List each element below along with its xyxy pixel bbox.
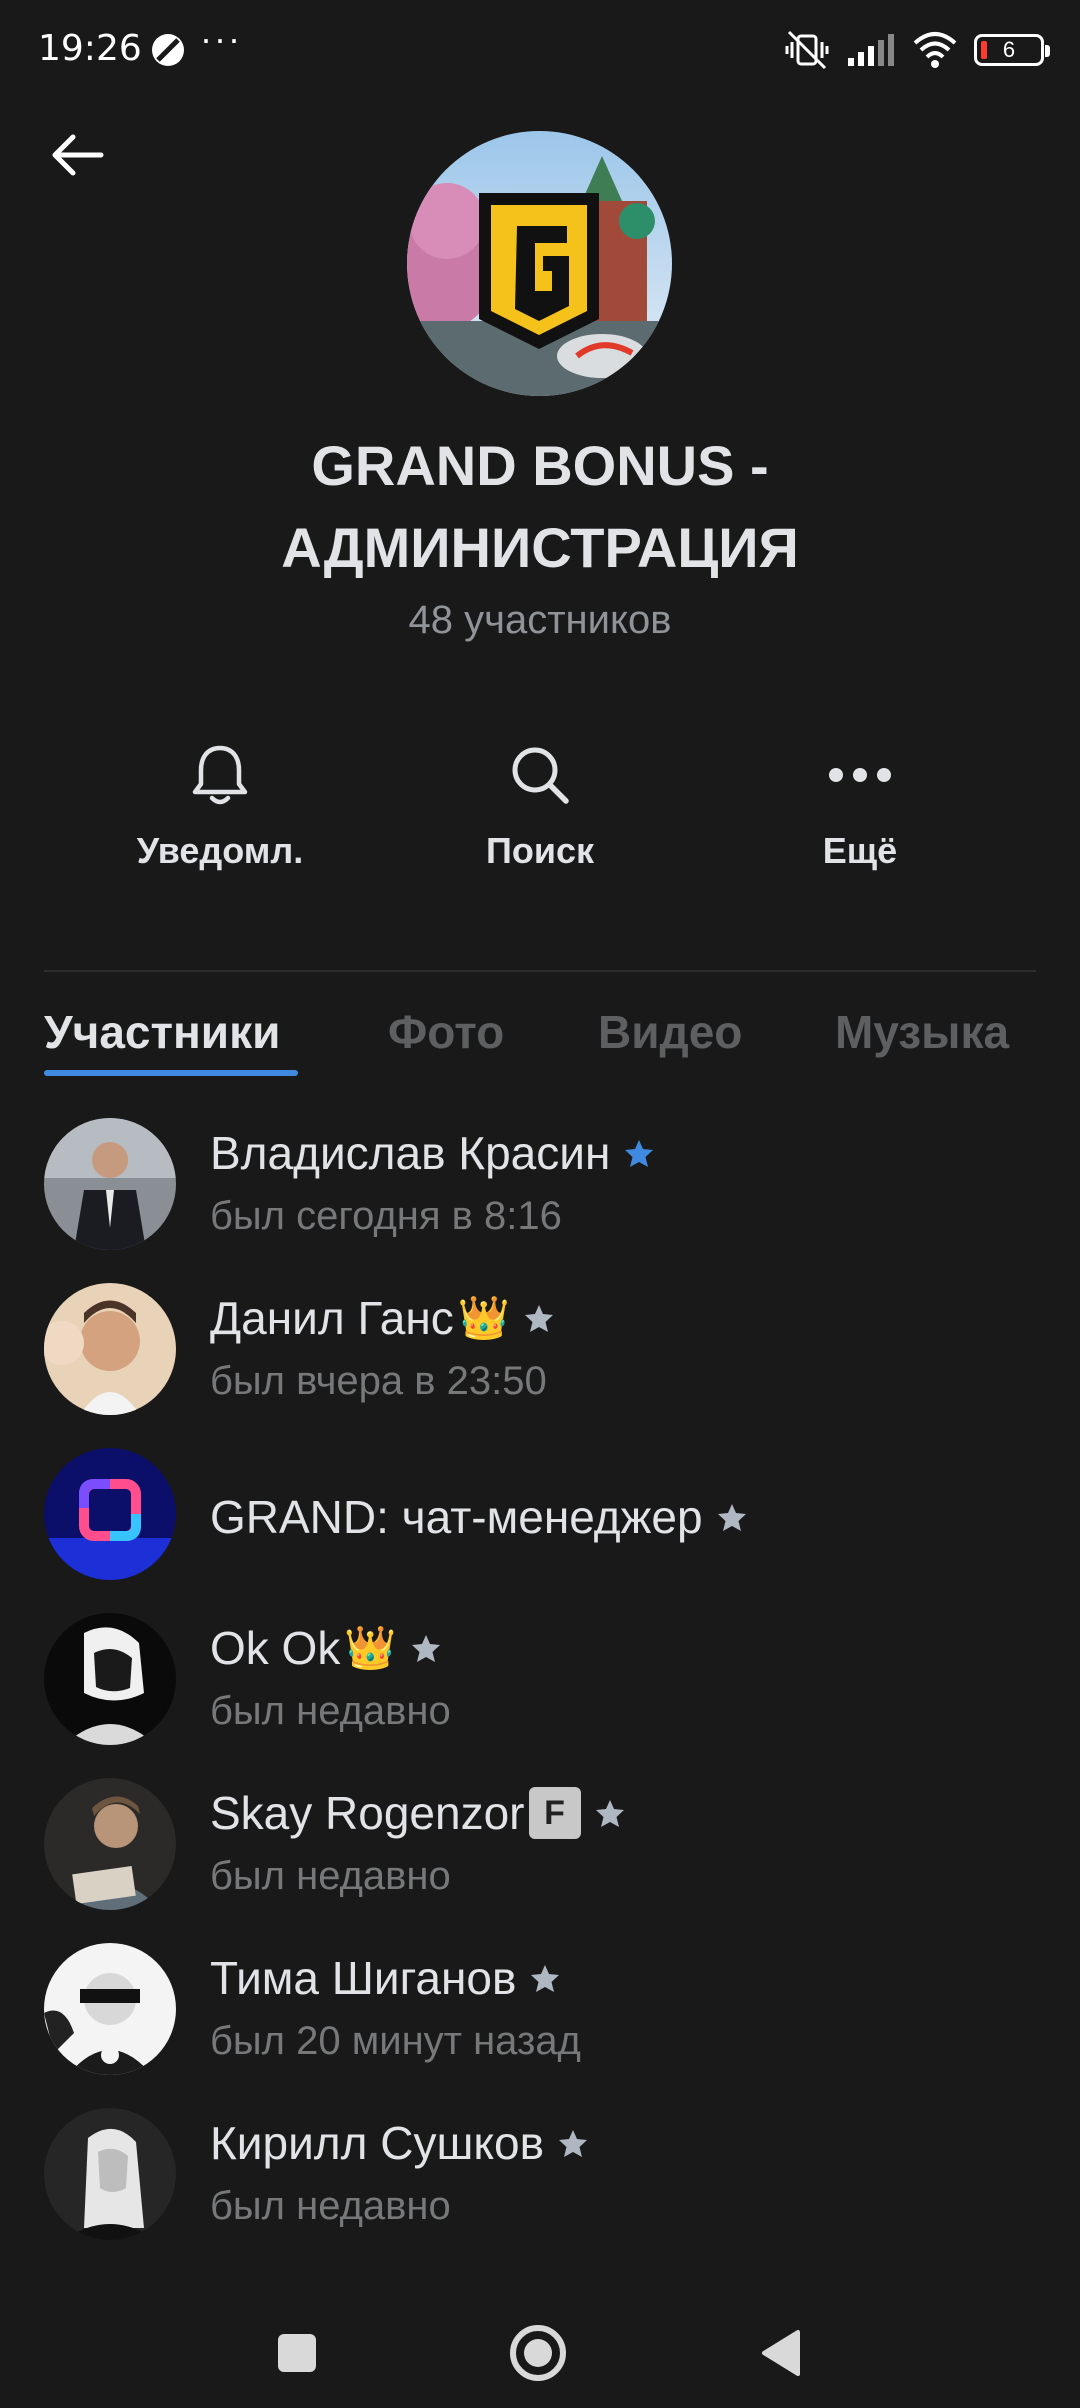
avatar [44, 1778, 176, 1910]
back-button[interactable] [40, 118, 114, 192]
notifications-label: Уведомл. [136, 830, 304, 871]
search-button[interactable]: Поиск [400, 740, 680, 890]
avatar [44, 2108, 176, 2240]
star-icon [411, 1635, 440, 1662]
avatar [44, 1118, 176, 1250]
star-icon [525, 1305, 554, 1332]
member-status: был недавно [210, 2184, 451, 2228]
member-name: GRAND: чат-менеджер [210, 1490, 747, 1544]
home-circle-icon [510, 2325, 566, 2381]
recents-button[interactable] [262, 2318, 332, 2388]
tab-photo[interactable]: Фото [388, 1005, 504, 1059]
status-dots: ··· [200, 18, 242, 59]
more-button[interactable]: Ещё [720, 740, 1000, 890]
star-icon [717, 1504, 746, 1531]
member-name-text: Ok Ok [210, 1622, 341, 1674]
battery-icon: 6 [974, 34, 1050, 66]
member-name: Ok Ok 👑 [210, 1621, 441, 1675]
active-tab-indicator [44, 1070, 298, 1076]
action-bar: Уведомл. Поиск Ещё [0, 740, 1080, 890]
member-status: был недавно [210, 1854, 451, 1898]
more-label: Ещё [822, 830, 898, 871]
bell-icon [185, 740, 255, 810]
avatar [44, 1448, 176, 1580]
group-avatar[interactable] [407, 131, 672, 396]
member-name-text: Кирилл Сушков [210, 2117, 545, 2169]
triangle-back-icon [762, 2330, 800, 2376]
list-item[interactable]: Кирилл Сушков был недавно [0, 2108, 1080, 2273]
member-name-text: Тима Шиганов [210, 1952, 517, 2004]
list-item[interactable]: Skay Rogenzor F был недавно [0, 1778, 1080, 1943]
battery-level: 6 [1002, 37, 1016, 62]
star-icon [625, 1140, 654, 1167]
group-logo-image [407, 131, 672, 396]
list-item[interactable]: Тима Шиганов был 20 минут назад [0, 1943, 1080, 2108]
home-button[interactable] [503, 2318, 573, 2388]
member-name: Данил Ганс 👑 [210, 1291, 554, 1345]
list-item[interactable]: Данил Ганс 👑 был вчера в 23:50 [0, 1283, 1080, 1448]
avatar [44, 1613, 176, 1745]
group-title: GRAND BONUS - АДМИНИСТРАЦИЯ [281, 434, 799, 579]
status-bar: 19:26 ··· 6 [0, 0, 1080, 100]
tab-music[interactable]: Музыка [835, 1005, 1009, 1059]
more-icon [825, 740, 895, 810]
notifications-button[interactable]: Уведомл. [80, 740, 360, 890]
do-not-disturb-icon [152, 34, 184, 66]
signal-icon [848, 34, 894, 66]
crown-emoji: 👑 [457, 1293, 511, 1342]
member-name: Тима Шиганов [210, 1951, 560, 2005]
search-icon [505, 740, 575, 810]
members-count[interactable]: 48 участников [0, 598, 1080, 643]
arrow-left-icon [52, 134, 104, 176]
list-item[interactable]: GRAND: чат-менеджер [0, 1448, 1080, 1613]
member-name-text: Владислав Красин [210, 1127, 611, 1179]
f-badge-icon: F [528, 1787, 581, 1839]
member-status: был вчера в 23:50 [210, 1359, 547, 1403]
star-icon [559, 2130, 588, 2157]
crown-emoji: 👑 [344, 1623, 397, 1672]
back-nav-button[interactable] [745, 2318, 815, 2388]
status-time: 19:26 [38, 28, 142, 69]
vibrate-off-icon [785, 30, 829, 70]
member-status: был 20 минут назад [210, 2019, 581, 2063]
status-icons: 6 [784, 28, 1050, 72]
member-name: Skay Rogenzor F [210, 1786, 625, 1840]
list-item[interactable]: Ok Ok 👑 был недавно [0, 1613, 1080, 1778]
member-name-text: GRAND: чат-менеджер [210, 1491, 703, 1543]
member-name-text: Skay Rogenzor [210, 1787, 525, 1839]
square-icon [278, 2334, 316, 2372]
tab-video[interactable]: Видео [598, 1005, 742, 1059]
avatar [44, 1943, 176, 2075]
search-label: Поиск [485, 830, 595, 871]
wifi-icon [913, 32, 957, 68]
member-name: Владислав Красин [210, 1126, 654, 1180]
avatar [44, 1283, 176, 1415]
list-item[interactable]: Владислав Красин был сегодня в 8:16 [0, 1118, 1080, 1283]
system-nav-bar [0, 2290, 1080, 2408]
member-name-text: Данил Ганс [210, 1292, 454, 1344]
tab-members[interactable]: Участники [44, 1005, 280, 1059]
star-icon [595, 1800, 624, 1827]
member-status: был недавно [210, 1689, 451, 1733]
star-icon [531, 1965, 560, 1992]
divider [44, 970, 1036, 972]
member-name: Кирилл Сушков [210, 2116, 588, 2170]
member-status: был сегодня в 8:16 [210, 1194, 562, 1238]
screen: 19:26 ··· 6 GRAND BONUS - АДМИНИСТРАЦИЯ … [0, 0, 1080, 2408]
